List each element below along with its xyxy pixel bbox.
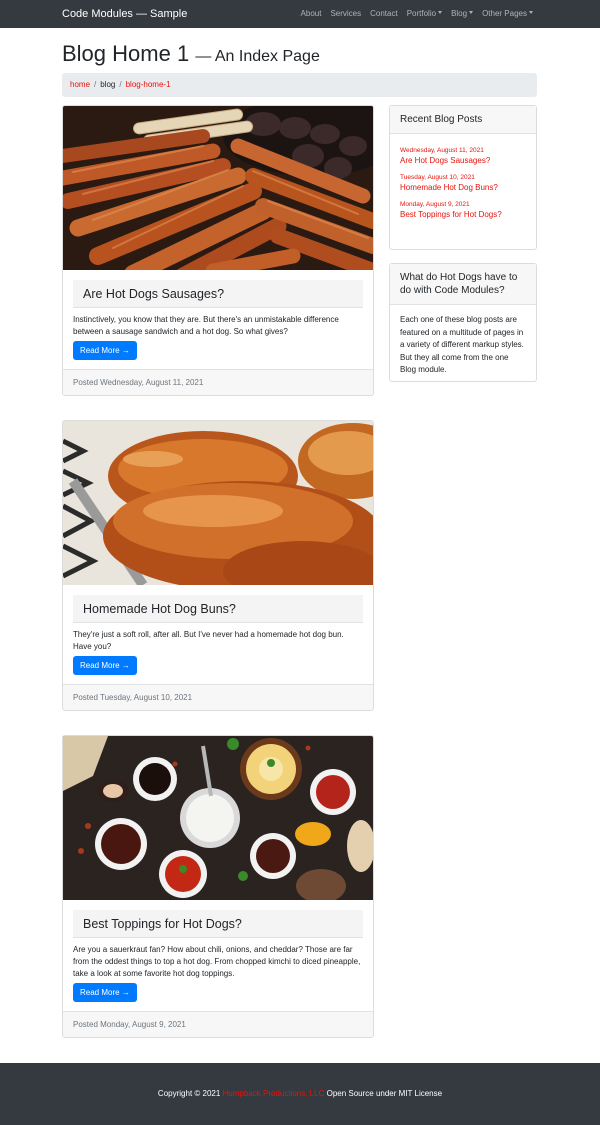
breadcrumb-current[interactable]: blog-home-1 [126,80,171,90]
navbar: Code Modules — Sample About Services Con… [0,0,600,28]
blog-post-card: Best Toppings for Hot Dogs? Are you a sa… [62,735,374,1038]
post-date-footer: Posted Monday, August 9, 2021 [63,1011,373,1037]
company-link[interactable]: Humpback Productions, LLC [223,1089,325,1098]
grilled-sausages-image[interactable] [63,106,373,270]
navbar-brand[interactable]: Code Modules — Sample [62,7,187,21]
post-title: Are Hot Dogs Sausages? [73,280,363,308]
nav-link-about[interactable]: About [301,9,322,19]
read-more-button[interactable]: Read More → [73,656,137,675]
nav-dropdown-blog[interactable]: Blog [451,9,474,19]
recent-post-item[interactable]: Wednesday, August 11, 2021 Are Hot Dogs … [400,146,526,167]
post-excerpt: Are you a sauerkraut fan? How about chil… [73,945,361,978]
read-more-button[interactable]: Read More → [73,983,137,1002]
recent-post-date: Tuesday, August 10, 2021 [400,174,475,181]
about-widget: What do Hot Dogs have to do with Code Mo… [389,263,537,382]
recent-post-link[interactable]: Are Hot Dogs Sausages? [400,155,526,167]
nav-dropdown-portfolio[interactable]: Portfolio [406,9,443,19]
page-title-main: Blog Home 1 [62,41,190,66]
recent-post-link[interactable]: Homemade Hot Dog Buns? [400,182,526,194]
breadcrumb-home-link[interactable]: home [70,80,90,90]
breadcrumb-blog: blog [100,80,116,89]
nav-link-label: Portfolio [406,9,437,18]
nav-link-label: About [300,9,322,18]
site-footer: Copyright © 2021 Humpback Productions, L… [0,1063,600,1125]
hot-dog-buns-image[interactable] [63,421,373,585]
navbar-links: About Services Contact Portfolio Blog Ot… [301,9,533,19]
caret-down-icon [469,11,474,14]
post-date-footer: Posted Wednesday, August 11, 2021 [63,369,373,395]
nav-link-label: Blog [451,9,468,18]
caret-down-icon [438,11,443,14]
license-text: Open Source under MIT License [326,1089,443,1098]
nav-link-label: Other Pages [482,9,527,18]
about-widget-body: Each one of these blog posts are feature… [390,305,536,384]
recent-post-date: Wednesday, August 11, 2021 [400,147,484,154]
post-excerpt: Instinctively, you know that they are. B… [73,315,339,336]
sauces-and-toppings-image[interactable] [63,736,373,900]
recent-post-date: Monday, August 9, 2021 [400,201,470,208]
nav-link-services[interactable]: Services [330,9,361,19]
breadcrumb: home / blog / blog-home-1 [62,73,537,97]
recent-posts-heading: Recent Blog Posts [390,106,536,134]
post-excerpt: They're just a soft roll, after all. But… [73,630,344,651]
post-title: Homemade Hot Dog Buns? [73,595,363,623]
page-title: Blog Home 1 — An Index Page [62,41,320,70]
about-widget-heading: What do Hot Dogs have to do with Code Mo… [390,264,536,305]
recent-post-link[interactable]: Best Toppings for Hot Dogs? [400,209,526,221]
nav-link-contact[interactable]: Contact [370,9,398,19]
blog-post-card: Homemade Hot Dog Buns? They're just a so… [62,420,374,711]
recent-posts-widget: Recent Blog Posts Wednesday, August 11, … [389,105,537,250]
recent-posts-list: Wednesday, August 11, 2021 Are Hot Dogs … [390,134,536,228]
read-more-button[interactable]: Read More → [73,341,137,360]
recent-post-item[interactable]: Monday, August 9, 2021 Best Toppings for… [400,200,526,221]
breadcrumb-separator: / [94,80,97,89]
blog-post-card: Are Hot Dogs Sausages? Instinctively, yo… [62,105,374,396]
recent-post-item[interactable]: Tuesday, August 10, 2021 Homemade Hot Do… [400,173,526,194]
copyright-notice: Copyright © 2021 Humpback Productions, L… [0,1089,600,1099]
breadcrumb-separator: / [119,80,122,89]
post-date-footer: Posted Tuesday, August 10, 2021 [63,684,373,710]
nav-link-label: Contact [370,9,398,18]
post-title: Best Toppings for Hot Dogs? [73,910,363,938]
nav-link-label: Services [330,9,362,18]
page-subtitle: — An Index Page [195,48,320,65]
nav-dropdown-other-pages[interactable]: Other Pages [482,9,533,19]
caret-down-icon [529,11,533,14]
about-widget-text: Each one of these blog posts are feature… [400,315,524,374]
copyright-prefix: Copyright © 2021 [157,1089,221,1098]
